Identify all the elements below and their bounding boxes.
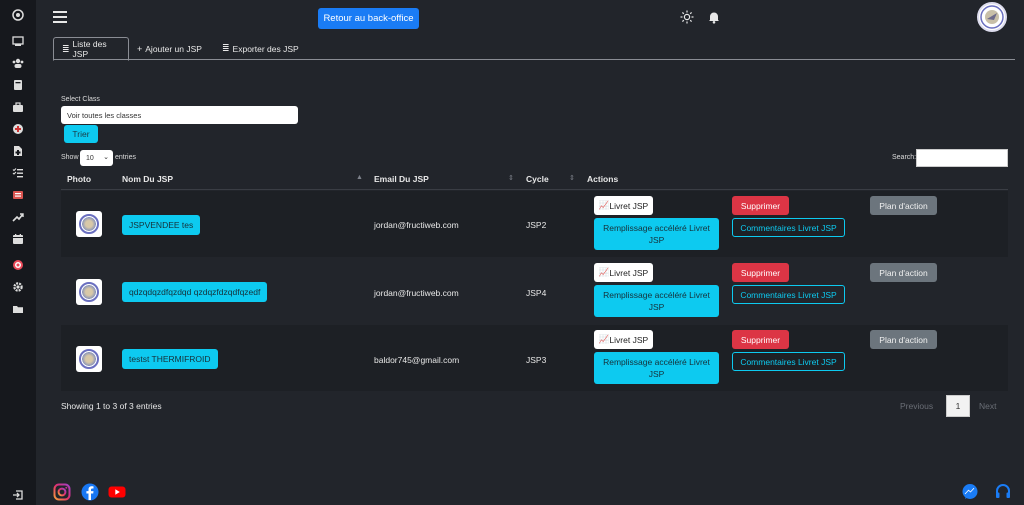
column-header-photo[interactable]: Photo [67,174,91,184]
table-row: testst THERMIFROID baldor745@gmail.com J… [61,325,1008,391]
table-row: JSPVENDEE tes jordan@fructiweb.com JSP2 … [61,191,1008,257]
column-header-name[interactable]: Nom Du JSP [122,174,173,184]
delete-button[interactable]: Supprimer [732,196,789,215]
tab-list-jsp[interactable]: ≣ Liste des JSP [53,37,129,61]
remplissage-button[interactable]: Remplissage accéléré Livret JSP [594,352,719,384]
class-select[interactable]: Voir toutes les classes [61,106,298,124]
menu-toggle-icon[interactable] [53,11,67,23]
pagination-page[interactable]: 1 [946,395,970,417]
livret-button[interactable]: 📈 Livret JSP [594,196,653,215]
action-plan-button[interactable]: Plan d'action [870,196,937,215]
table-row: qdzqdqzdfqzdqd qzdqzfdzqdfqzedf jordan@f… [61,258,1008,324]
checklist-icon[interactable] [11,166,25,180]
book-icon[interactable] [11,78,25,92]
avatar [76,346,102,372]
back-office-button[interactable]: Retour au back-office [318,8,419,29]
instagram-icon[interactable] [53,483,71,501]
comments-button[interactable]: Commentaires Livret JSP [732,285,845,304]
toolbox-icon[interactable] [11,100,25,114]
delete-button[interactable]: Supprimer [732,330,789,349]
column-header-cycle[interactable]: Cycle [526,174,549,184]
plus-icon: + [137,43,143,54]
action-plan-button[interactable]: Plan d'action [870,263,937,282]
profile-avatar[interactable] [977,2,1007,32]
jsp-email: jordan@fructiweb.com [374,220,459,230]
column-header-email[interactable]: Email Du JSP [374,174,429,184]
search-input[interactable] [916,149,1008,167]
facebook-icon[interactable] [81,483,99,501]
remplissage-button[interactable]: Remplissage accéléré Livret JSP [594,218,719,250]
file-medical-icon[interactable] [11,144,25,158]
jsp-cycle: JSP3 [526,355,547,365]
search-label: Search: [892,154,917,161]
sort-icon: ⇕ [508,175,514,182]
settings-icon[interactable] [11,280,25,294]
comments-button[interactable]: Commentaires Livret JSP [732,352,845,371]
tab-add-jsp[interactable]: + Ajouter un JSP [129,37,210,60]
table-info: Showing 1 to 3 of 3 entries [61,401,162,411]
target-icon[interactable] [11,258,25,272]
comments-button[interactable]: Commentaires Livret JSP [732,218,845,237]
chevron-down-icon: ⌄ [103,154,109,161]
action-plan-button[interactable]: Plan d'action [870,330,937,349]
theme-toggle-icon[interactable] [680,10,694,24]
sidebar [0,0,36,505]
page-size-select[interactable]: 10 ⌄ [80,150,113,166]
jsp-name-button[interactable]: qdzqdqzdfqzdqd qzdqzfdzqdfqzedf [122,282,268,302]
trending-up-icon[interactable] [11,210,25,224]
livret-button[interactable]: 📈 Livret JSP [594,330,653,349]
sort-button[interactable]: Trier [64,125,98,143]
users-icon[interactable] [11,56,25,70]
jsp-name-button[interactable]: testst THERMIFROID [122,349,218,369]
delete-button[interactable]: Supprimer [732,263,789,282]
table-header: Photo Nom Du JSP ▲ Email Du JSP ⇕ Cycle … [61,168,1008,190]
remplissage-button[interactable]: Remplissage accéléré Livret JSP [594,285,719,317]
youtube-icon[interactable] [108,483,126,501]
medical-icon[interactable] [11,122,25,136]
chart-icon: 📈 [598,200,610,210]
jsp-email: jordan@fructiweb.com [374,288,459,298]
show-label: Show [61,154,79,161]
list-icon: ≣ [62,43,70,54]
avatar [76,211,102,237]
dashboard-icon[interactable] [11,8,25,22]
sort-icon: ⇕ [569,175,575,182]
tab-export-jsp[interactable]: ≣ Exporter des JSP [214,37,307,60]
jsp-email: baldor745@gmail.com [374,355,460,365]
select-class-label: Select Class [61,96,100,103]
avatar [76,279,102,305]
badge-icon[interactable] [11,188,25,202]
livret-button[interactable]: 📈 Livret JSP [594,263,653,282]
jsp-cycle: JSP2 [526,220,547,230]
messenger-icon[interactable] [961,483,979,501]
chart-icon: 📈 [598,267,610,277]
list-icon: ≣ [222,43,230,53]
column-header-actions: Actions [587,174,619,184]
support-headset-icon[interactable] [994,483,1012,501]
entries-label: entries [115,154,137,161]
classroom-icon[interactable] [11,34,25,48]
jsp-cycle: JSP4 [526,288,547,298]
notification-bell-icon[interactable] [707,10,721,24]
tab-bar: ≣ Liste des JSP + Ajouter un JSP ≣ Exporter… [53,37,1015,61]
logout-icon[interactable] [11,488,25,502]
chart-icon: 📈 [598,334,610,344]
pagination-previous[interactable]: Previous [900,401,933,411]
pagination-next[interactable]: Next [979,401,996,411]
jsp-name-button[interactable]: JSPVENDEE tes [122,215,201,235]
sort-asc-icon: ▲ [356,174,363,181]
folder-icon[interactable] [11,302,25,316]
calendar-icon[interactable] [11,232,25,246]
